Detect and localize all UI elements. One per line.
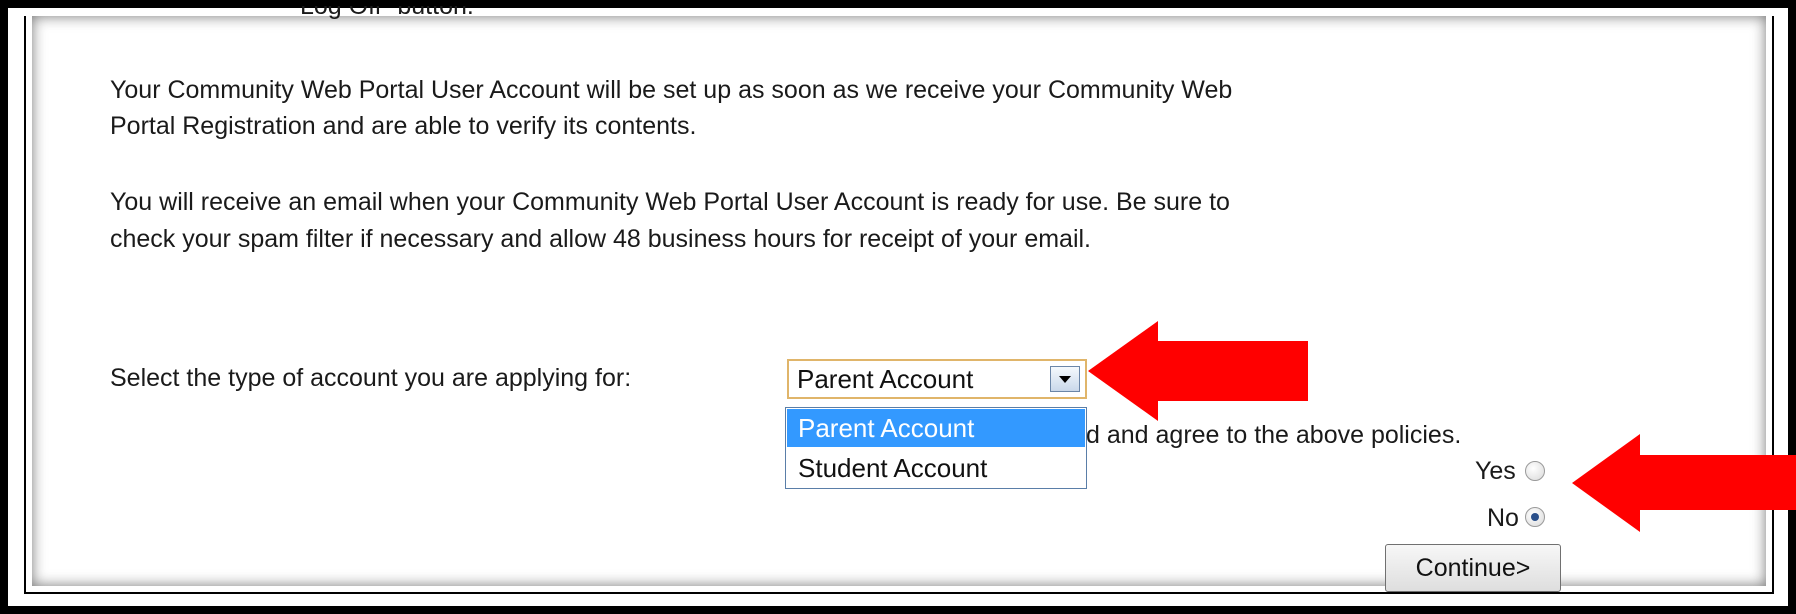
account-type-select[interactable]: Parent Account xyxy=(787,359,1087,399)
account-type-label: Select the type of account you are apply… xyxy=(110,364,632,392)
paragraph-1-line-1: Your Community Web Portal User Account w… xyxy=(110,76,1233,104)
paragraph-2-line-2: check your spam filter if necessary and … xyxy=(110,225,1092,253)
yes-radio[interactable] xyxy=(1525,461,1545,481)
paragraph-2-line-1: You will receive an email when your Comm… xyxy=(110,188,1230,216)
yes-label: Yes xyxy=(1475,457,1516,485)
dropdown-option-parent-account[interactable]: Parent Account xyxy=(787,409,1085,447)
red-arrow-left-icon xyxy=(1088,321,1308,421)
account-type-dropdown-list: Parent Account Student Account xyxy=(785,407,1087,489)
dropdown-option-student-account[interactable]: Student Account xyxy=(787,449,1085,487)
clipped-text-line: Log Off" button. xyxy=(300,6,474,20)
no-label: No xyxy=(1487,504,1519,532)
account-type-selected-value: Parent Account xyxy=(797,364,974,394)
policy-agreement-text: d and agree to the above policies. xyxy=(1086,421,1462,449)
continue-button[interactable]: Continue> xyxy=(1385,544,1561,592)
no-radio[interactable] xyxy=(1525,507,1545,527)
paragraph-1-line-2: Portal Registration and are able to veri… xyxy=(110,112,697,140)
chevron-down-icon[interactable] xyxy=(1050,366,1080,392)
red-arrow-left-icon xyxy=(1572,434,1796,532)
